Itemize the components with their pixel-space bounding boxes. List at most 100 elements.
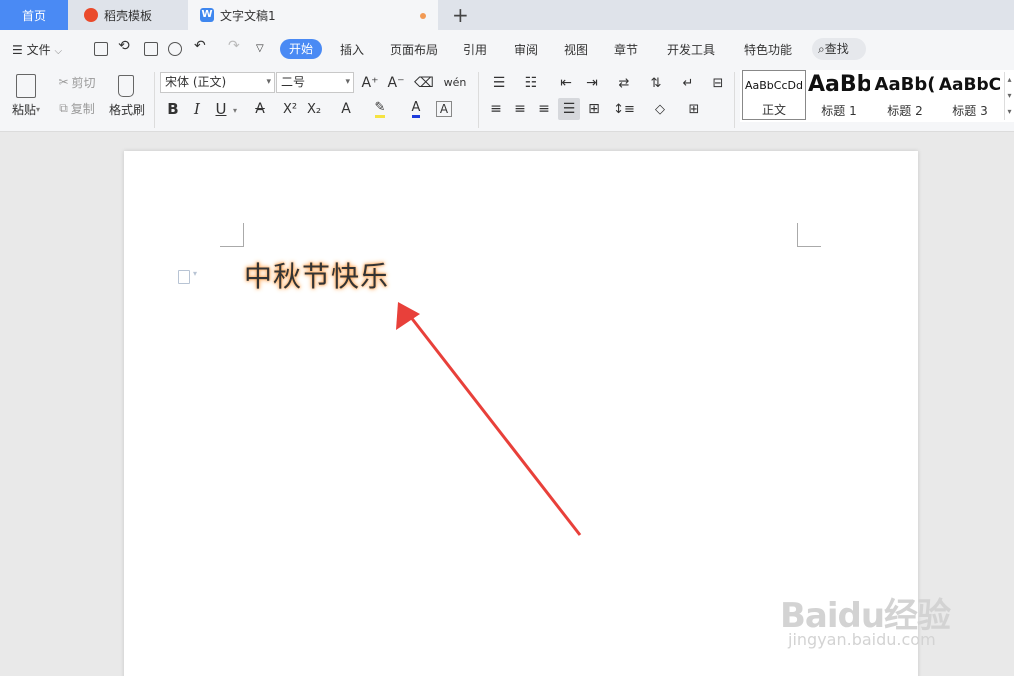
search-button[interactable]: ⌕查找 xyxy=(812,38,866,60)
increase-indent-icon[interactable]: ⇥ xyxy=(582,72,602,94)
char-border-icon[interactable]: A xyxy=(436,101,452,117)
clear-format-icon[interactable]: ⌫ xyxy=(414,72,434,93)
format-painter-icon[interactable] xyxy=(112,72,140,100)
styles-scroll[interactable]: ▴ ▾ ▾ xyxy=(1004,72,1014,120)
customize-chevron-icon[interactable]: ▽ xyxy=(256,43,264,54)
ruler-icon[interactable]: ⊟ xyxy=(708,72,728,94)
cut-button[interactable]: ✂ 剪切 xyxy=(54,73,100,91)
style-sample: AaBbCcDd xyxy=(745,79,803,92)
new-tab-button[interactable]: + xyxy=(452,3,469,27)
paragraph-handle-icon[interactable] xyxy=(178,269,197,284)
borders-icon[interactable]: ⊞ xyxy=(680,98,708,120)
style-sample: AaBbC xyxy=(938,75,1002,95)
highlight-icon[interactable]: ✎ xyxy=(366,98,394,120)
subscript-icon[interactable]: X₂ xyxy=(304,98,324,120)
style-sample: AaBb( xyxy=(874,74,936,95)
menu-chapter[interactable]: 章节 xyxy=(614,41,638,58)
tab-templates[interactable]: 稻壳模板 xyxy=(70,0,186,30)
menu-developer[interactable]: 开发工具 xyxy=(667,41,715,58)
copy-icon: ⧉ xyxy=(59,100,68,115)
distributed-icon[interactable]: ⊞ xyxy=(584,98,604,120)
ribbon-toolbar: 粘贴▾ ✂剪切 ⧉复制 格式刷 宋体 (正文) 二号 A⁺ A⁻ ⌫ wén B… xyxy=(0,68,1014,132)
redo-icon[interactable]: ↷ xyxy=(228,38,240,54)
scissors-icon: ✂ xyxy=(58,75,69,89)
group-divider xyxy=(154,72,155,128)
grow-font-icon[interactable]: A⁺ xyxy=(360,72,380,93)
cut-label: 剪切 xyxy=(71,75,96,90)
tab-home-label: 首页 xyxy=(21,8,46,23)
line-break-icon[interactable]: ↵ xyxy=(674,72,702,94)
unsaved-dot-icon xyxy=(420,13,426,19)
print-icon[interactable] xyxy=(144,42,158,56)
font-name-select[interactable]: 宋体 (正文) xyxy=(160,72,275,93)
tab-home[interactable]: 首页 xyxy=(0,0,68,30)
bold-button[interactable]: B xyxy=(164,98,182,120)
menu-insert[interactable]: 插入 xyxy=(340,41,364,58)
align-center-icon[interactable]: ≡ xyxy=(510,98,530,120)
margin-mark-left xyxy=(220,223,244,247)
menu-home[interactable]: 开始 xyxy=(280,39,323,59)
shading-icon[interactable]: ◇ xyxy=(646,98,674,120)
style-heading-3[interactable]: AaBbC 标题 3 xyxy=(938,70,1002,120)
text-effect-icon[interactable]: A xyxy=(334,98,358,120)
document-text[interactable]: 中秋节快乐 xyxy=(244,255,389,295)
group-divider xyxy=(478,72,479,128)
sort-icon[interactable]: ⇅ xyxy=(646,72,666,94)
menu-bar: ☰ 文件 ⌵ ⟲ ↶ ↷ ▽ 开始 插入 页面布局 引用 审阅 视图 章节 开发… xyxy=(0,30,1014,68)
styles-gallery: AaBbCcDd 正文 AaBb 标题 1 AaBb( 标题 2 AaBbC 标… xyxy=(740,70,1014,122)
save-icon[interactable] xyxy=(94,42,108,56)
underline-chevron-icon[interactable]: ▾ xyxy=(230,102,240,118)
menu-review[interactable]: 审阅 xyxy=(514,41,538,58)
style-normal[interactable]: AaBbCcDd 正文 xyxy=(742,70,806,120)
tab-document[interactable]: W 文字文稿1 xyxy=(188,0,438,30)
numbered-list-icon[interactable]: ☷ xyxy=(518,72,544,94)
style-name: 标题 3 xyxy=(952,104,988,118)
justify-icon[interactable]: ☰ xyxy=(558,98,580,120)
menu-page-layout[interactable]: 页面布局 xyxy=(390,41,438,58)
style-heading-1[interactable]: AaBb 标题 1 xyxy=(808,70,870,120)
export-icon[interactable]: ⟲ xyxy=(118,38,130,54)
font-color-icon[interactable]: A xyxy=(402,98,430,120)
tab-bar: 首页 稻壳模板 W 文字文稿1 + xyxy=(0,0,1014,30)
underline-button[interactable]: U xyxy=(212,98,230,120)
paste-icon[interactable] xyxy=(12,72,40,100)
line-spacing-icon[interactable]: ↕≡ xyxy=(610,98,638,120)
style-heading-2[interactable]: AaBb( 标题 2 xyxy=(872,70,938,120)
menu-references[interactable]: 引用 xyxy=(463,41,487,58)
group-divider xyxy=(734,72,735,128)
menu-features[interactable]: 特色功能 xyxy=(744,41,792,58)
file-menu-label: 文件 xyxy=(26,43,51,57)
superscript-icon[interactable]: X² xyxy=(280,98,300,120)
tab-document-label: 文字文稿1 xyxy=(220,8,276,23)
style-name: 标题 1 xyxy=(821,104,857,118)
paste-label: 粘贴 xyxy=(11,102,36,117)
shrink-font-icon[interactable]: A⁻ xyxy=(386,72,406,93)
watermark-url: jingyan.baidu.com xyxy=(788,630,936,649)
phonetic-guide-icon[interactable]: wén xyxy=(442,72,468,93)
decrease-indent-icon[interactable]: ⇤ xyxy=(556,72,576,94)
style-name: 正文 xyxy=(761,103,786,117)
paste-button[interactable]: 粘贴 ▾ xyxy=(8,101,44,117)
strikethrough-icon[interactable]: A xyxy=(248,98,272,120)
undo-icon[interactable]: ↶ xyxy=(194,38,206,54)
chinese-layout-icon[interactable]: ⇄ xyxy=(610,72,638,94)
print-preview-icon[interactable] xyxy=(168,42,182,56)
menu-view[interactable]: 视图 xyxy=(564,41,588,58)
copy-label: 复制 xyxy=(70,101,95,116)
font-size-select[interactable]: 二号 xyxy=(276,72,354,93)
style-name: 标题 2 xyxy=(887,104,923,118)
flame-icon xyxy=(84,8,98,22)
copy-button[interactable]: ⧉ 复制 xyxy=(54,99,100,117)
format-painter-button[interactable]: 格式刷 xyxy=(106,101,148,117)
bullet-list-icon[interactable]: ☰ xyxy=(486,72,512,94)
style-sample: AaBb xyxy=(808,72,870,97)
tab-templates-label: 稻壳模板 xyxy=(104,8,153,23)
align-left-icon[interactable]: ≡ xyxy=(486,98,506,120)
baidu-watermark: Baidu经验 jingyan.baidu.com xyxy=(780,580,980,660)
chevron-down-icon: ⌵ xyxy=(54,46,63,57)
search-label: 查找 xyxy=(824,42,849,56)
align-right-icon[interactable]: ≡ xyxy=(534,98,554,120)
hamburger-icon: ☰ xyxy=(12,43,23,57)
file-menu[interactable]: ☰ 文件 ⌵ xyxy=(12,41,62,58)
italic-button[interactable]: I xyxy=(188,98,206,120)
